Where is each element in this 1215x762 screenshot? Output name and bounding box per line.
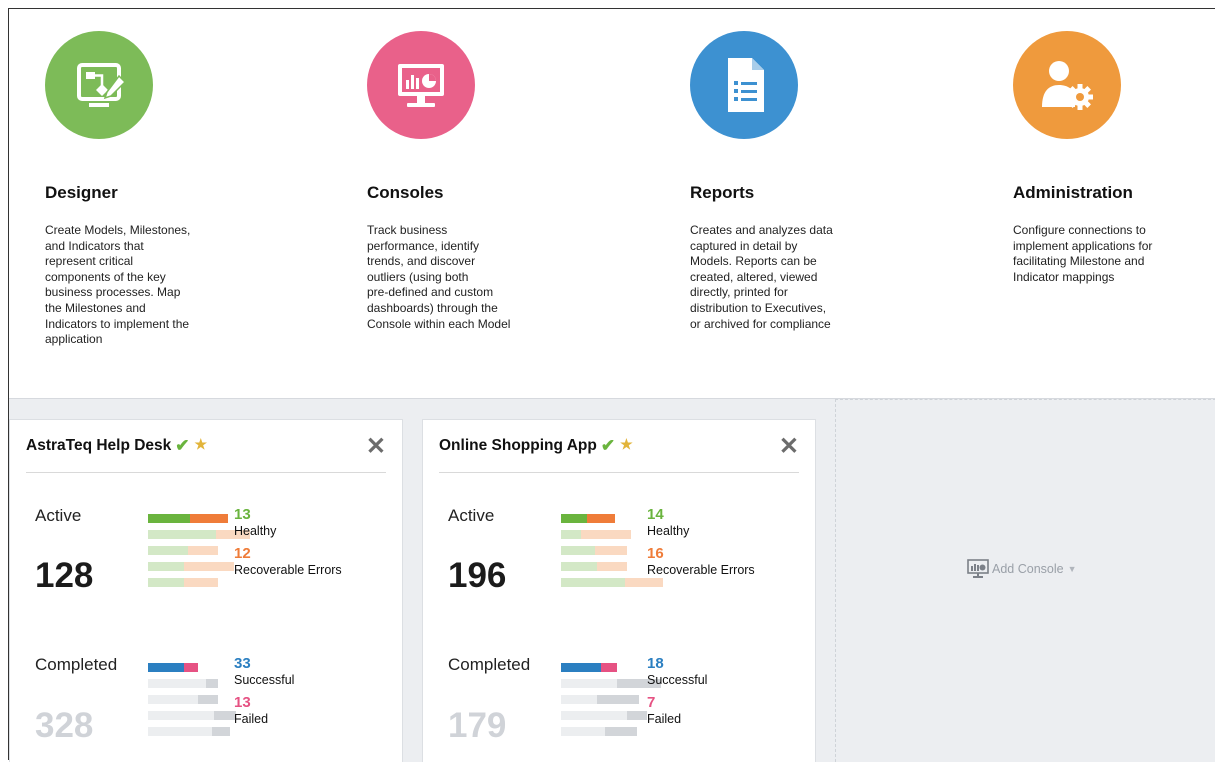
successful-label: Successful xyxy=(234,673,295,687)
successful-count: 18 xyxy=(647,655,664,672)
chevron-down-icon[interactable]: ▼ xyxy=(1068,564,1077,574)
active-label: Active xyxy=(35,506,82,525)
completed-label: Completed xyxy=(448,655,531,674)
check-icon: ✔ xyxy=(600,436,616,455)
recoverable-count: 12 xyxy=(234,545,251,562)
completed-total: 179 xyxy=(448,706,507,745)
failed-label: Failed xyxy=(647,712,682,726)
recoverable-label: Recoverable Errors xyxy=(234,563,342,577)
tile-title: Consoles xyxy=(367,183,444,202)
healthy-count: 14 xyxy=(647,506,664,523)
successful-label: Successful xyxy=(647,673,708,687)
healthy-label: Healthy xyxy=(234,524,277,538)
tile-description: Track business performance, identify trend… xyxy=(367,223,511,331)
star-icon[interactable]: ★ xyxy=(620,436,633,452)
feature-tiles: Designer Create Models, Milestones, and I… xyxy=(9,9,1215,399)
tile-title: Reports xyxy=(690,183,755,202)
close-icon[interactable]: ✕ xyxy=(779,435,799,459)
failed-count: 7 xyxy=(647,694,656,711)
active-label: Active xyxy=(448,506,495,525)
healthy-count: 13 xyxy=(234,506,251,523)
completed-total: 328 xyxy=(35,706,94,745)
star-icon[interactable]: ★ xyxy=(195,436,208,452)
add-console-label: Add Console xyxy=(992,562,1064,576)
console-title[interactable]: Online Shopping App xyxy=(439,437,597,454)
healthy-label: Healthy xyxy=(647,524,690,538)
console-title-row: Online Shopping App ✔ ★ xyxy=(439,436,633,456)
active-total: 128 xyxy=(35,556,94,595)
tile-title: Administration xyxy=(1013,183,1133,202)
recoverable-count: 16 xyxy=(647,545,664,562)
completed-label: Completed xyxy=(35,655,118,674)
failed-label: Failed xyxy=(234,712,269,726)
add-console-button[interactable]: Add Console ▼ xyxy=(967,559,1077,579)
check-icon: ✔ xyxy=(175,436,190,455)
console-card[interactable]: Online Shopping App✔★ ✕ Active 196 14 xyxy=(422,419,816,762)
consoles-panel: AstraTeq Help Desk ✔ ★ ✕ Active 128 13 H… xyxy=(9,398,1215,762)
tile-description: Configure connections to implement applic… xyxy=(1013,223,1153,284)
console-monitor-icon[interactable] xyxy=(367,31,475,139)
console-card-header: AstraTeq Help Desk ✔ ★ ✕ xyxy=(26,420,386,473)
successful-count: 33 xyxy=(234,655,251,672)
tile-title: Designer xyxy=(45,183,118,202)
console-card[interactable]: AstraTeq Help Desk ✔ ★ ✕ Active 128 13 H… xyxy=(9,419,403,762)
console-title-row: AstraTeq Help Desk ✔ ★ xyxy=(26,436,207,456)
failed-count: 13 xyxy=(234,694,251,711)
console-monitor-icon xyxy=(967,559,989,578)
console-title[interactable]: AstraTeq Help Desk xyxy=(26,437,171,454)
add-console-area: Add Console ▼ xyxy=(835,399,1215,762)
home-page: Designer Create Models, Milestones, and I… xyxy=(8,8,1215,762)
active-total: 196 xyxy=(448,556,507,595)
report-document-icon[interactable] xyxy=(690,31,798,139)
console-card-header: Online Shopping App ✔ ★ ✕ xyxy=(439,420,799,473)
admin-user-gear-icon[interactable] xyxy=(1013,31,1121,139)
recoverable-label: Recoverable Errors xyxy=(647,563,755,577)
designer-icon[interactable] xyxy=(45,31,153,139)
tile-description: Create Models, Milestones, and Indicators… xyxy=(45,223,191,347)
tile-description: Creates and analyzes data captured in det… xyxy=(690,223,833,331)
close-icon[interactable]: ✕ xyxy=(366,435,386,459)
